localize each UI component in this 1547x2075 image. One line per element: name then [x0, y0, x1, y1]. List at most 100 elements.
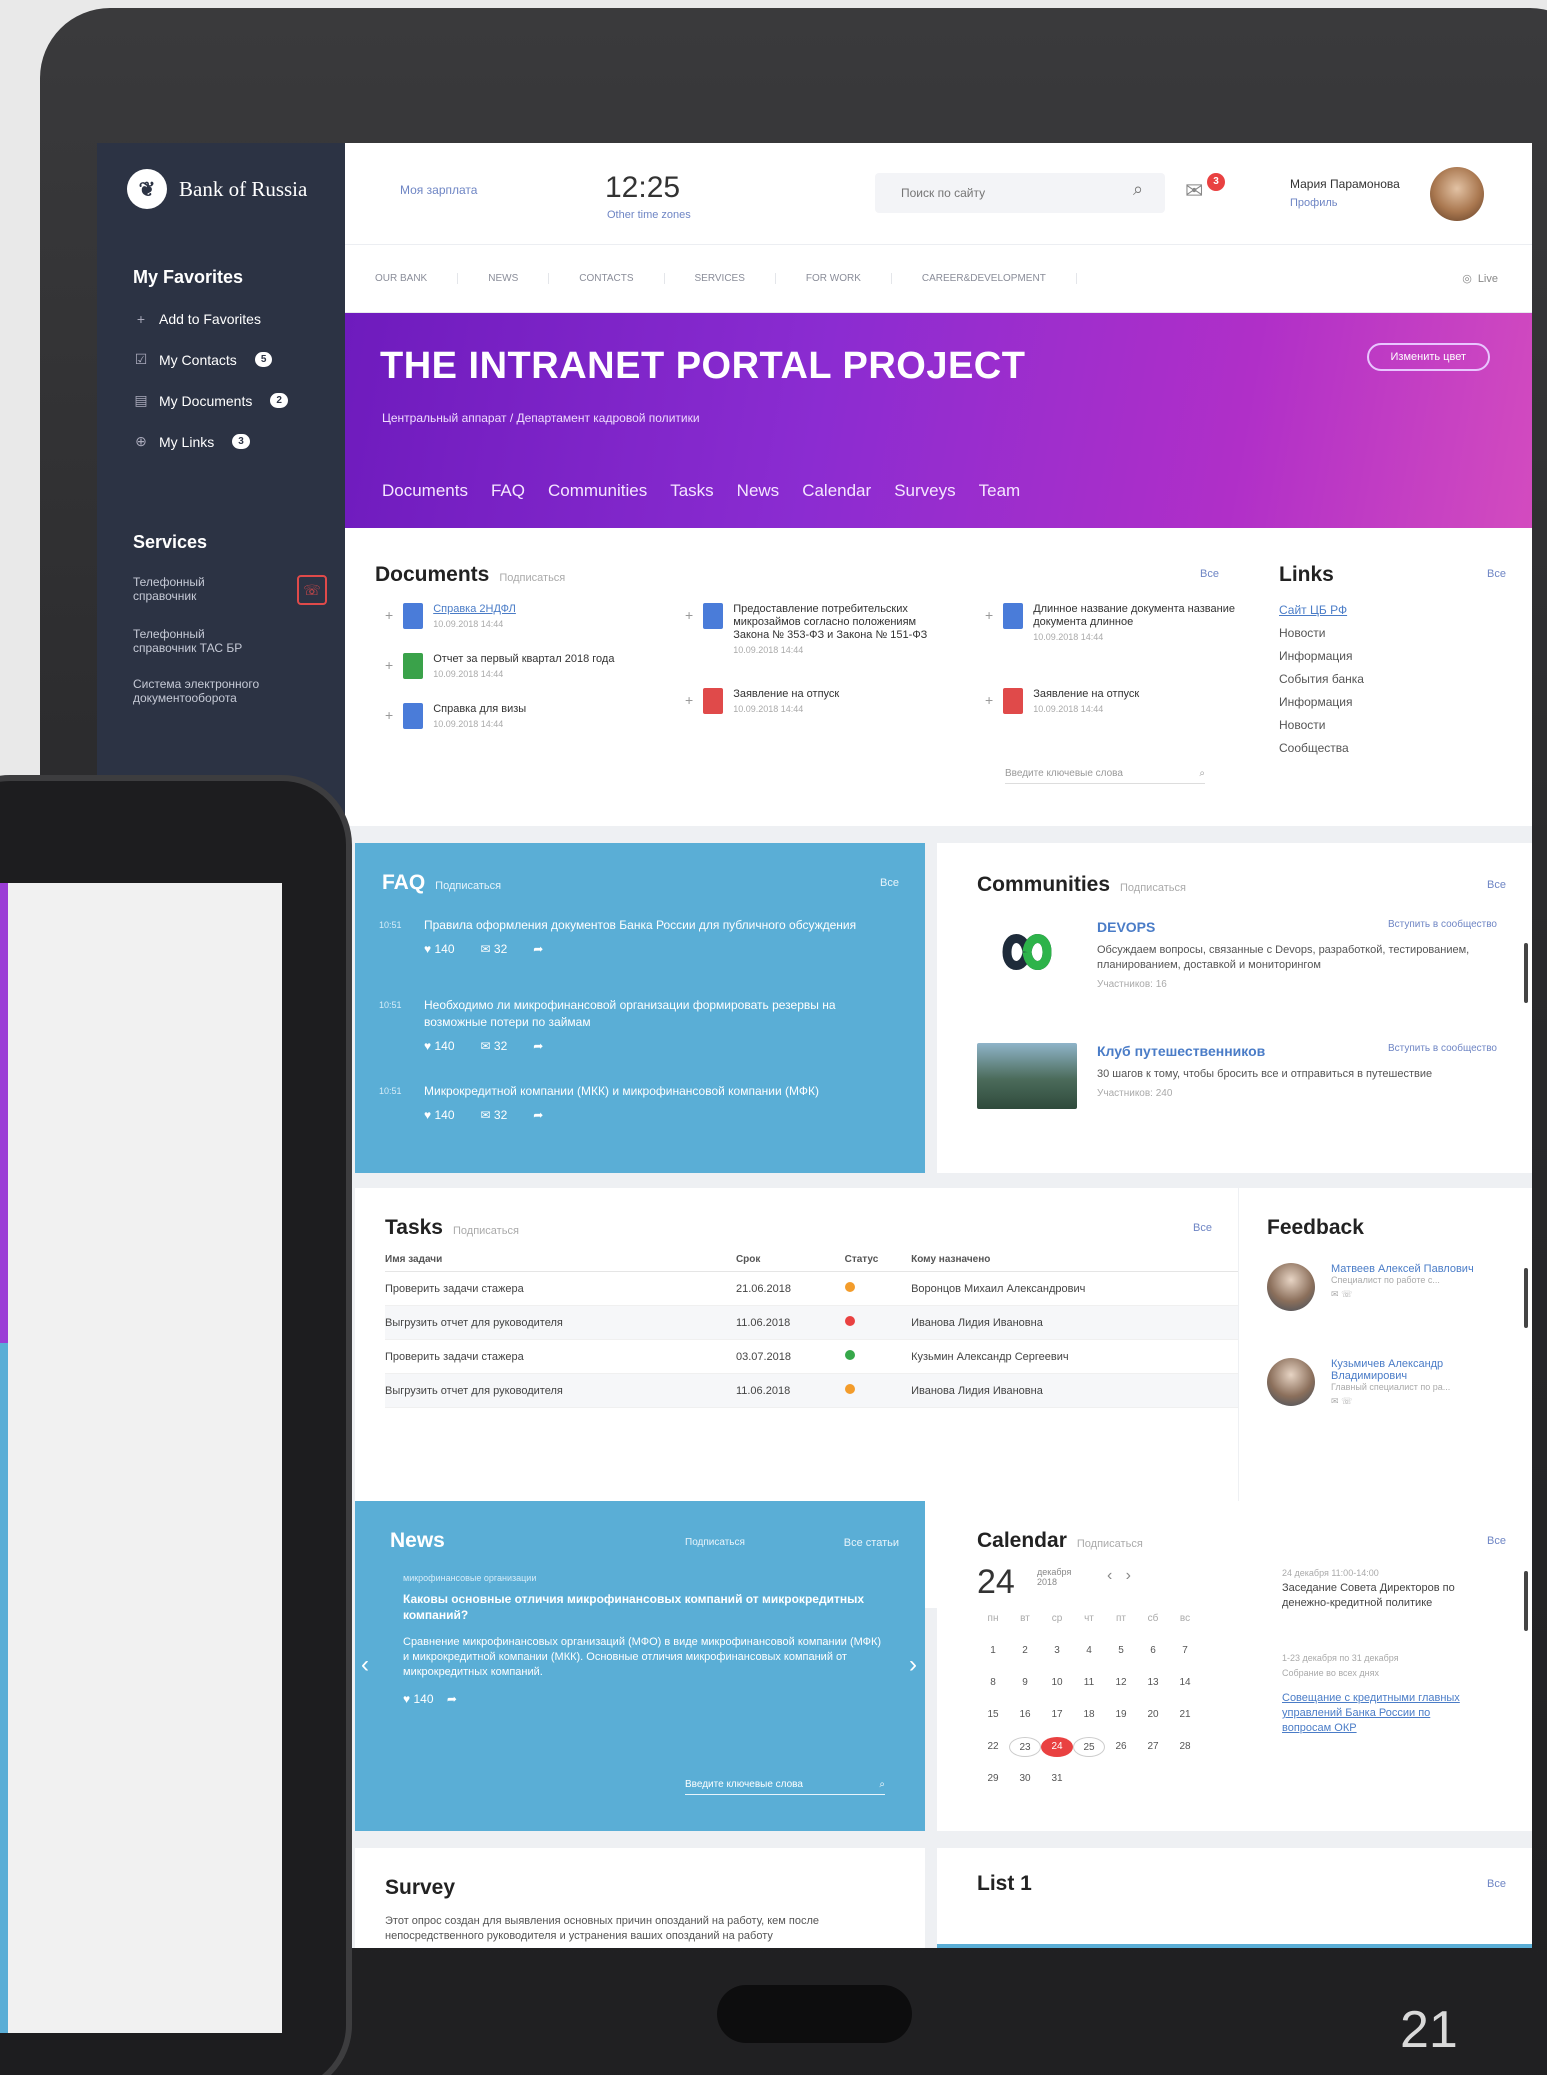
calendar-day-cell[interactable]: 15 — [977, 1705, 1009, 1725]
calendar-day-cell[interactable]: 7 — [1169, 1641, 1201, 1661]
comment-button[interactable]: ✉ 32 — [481, 1039, 508, 1053]
document-item[interactable]: + Длинное название документа название док… — [985, 603, 1245, 642]
plus-icon[interactable]: + — [985, 607, 993, 623]
calendar-day-cell[interactable]: 6 — [1137, 1641, 1169, 1661]
communities-subscribe[interactable]: Подписаться — [1120, 882, 1186, 894]
home-button[interactable] — [717, 1985, 912, 2043]
calendar-day-cell[interactable]: 18 — [1073, 1705, 1105, 1725]
document-item[interactable]: + Заявление на отпуск 10.09.2018 14:44 — [685, 688, 945, 714]
tasks-all-link[interactable]: Все — [1193, 1222, 1212, 1234]
document-item[interactable]: + Справка 2НДФЛ 10.09.2018 14:44 — [385, 603, 645, 629]
faq-all-link[interactable]: Все — [880, 877, 899, 889]
plus-icon[interactable]: + — [985, 692, 993, 708]
like-button[interactable]: ♥ 140 — [424, 1039, 455, 1053]
salary-link[interactable]: Моя зарплата — [400, 183, 477, 197]
news-search-input[interactable]: Введите ключевые слова ⌕ — [685, 1779, 885, 1795]
news-all-link[interactable]: Все статьи — [844, 1537, 899, 1549]
calendar-day-cell[interactable]: 2 — [1009, 1641, 1041, 1661]
faq-question[interactable]: 10:51 Микрокредитной компании (МКК) и мик… — [379, 1083, 889, 1122]
favorite-links[interactable]: ⊕ My Links 3 — [97, 421, 345, 462]
calendar-day-cell[interactable]: 12 — [1105, 1673, 1137, 1693]
calendar-day-cell[interactable]: 8 — [977, 1673, 1009, 1693]
tab-team[interactable]: Team — [979, 481, 1021, 501]
plus-icon[interactable]: + — [385, 657, 393, 673]
tab-documents[interactable]: Documents — [382, 481, 468, 501]
prev-arrow-icon[interactable]: ‹ — [361, 1651, 369, 1679]
like-button[interactable]: ♥ 140 — [403, 1692, 434, 1706]
calendar-day-cell[interactable]: 24 — [1041, 1737, 1073, 1757]
community-item[interactable]: DEVOPS Вступить в сообщество Обсуждаем воп… — [977, 919, 1507, 990]
breadcrumb[interactable]: Центральный аппарат / Департамент кадров… — [382, 411, 700, 425]
calendar-subscribe[interactable]: Подписаться — [1077, 1538, 1143, 1550]
link-item[interactable]: Новости — [1279, 626, 1532, 640]
tab-calendar[interactable]: Calendar — [802, 481, 871, 501]
bank-logo[interactable]: ❦ Bank of Russia — [97, 143, 345, 209]
calendar-day-cell[interactable]: 3 — [1041, 1641, 1073, 1661]
nav-contacts[interactable]: Contacts — [549, 273, 665, 284]
calendar-day-cell[interactable]: 10 — [1041, 1673, 1073, 1693]
table-row[interactable]: Проверить задачи стажера 03.07.2018 Кузьми… — [385, 1339, 1238, 1374]
calendar-day-cell[interactable]: 9 — [1009, 1673, 1041, 1693]
calendar-day-cell[interactable]: 22 — [977, 1737, 1009, 1757]
profile-link[interactable]: Профиль — [1290, 197, 1338, 209]
tab-faq[interactable]: FAQ — [491, 481, 525, 501]
time-zones-link[interactable]: Other time zones — [607, 209, 691, 221]
tab-communities[interactable]: Communities — [548, 481, 647, 501]
calendar-day-cell[interactable]: 30 — [1009, 1769, 1041, 1789]
link-item[interactable]: Информация — [1279, 695, 1532, 709]
next-arrow-icon[interactable]: › — [909, 1651, 917, 1679]
search-input[interactable] — [875, 173, 1165, 213]
list1-all-link[interactable]: Все — [1487, 1878, 1506, 1890]
calendar-day-cell[interactable]: 27 — [1137, 1737, 1169, 1757]
calendar-day-cell[interactable]: 16 — [1009, 1705, 1041, 1725]
nav-our-bank[interactable]: Our bank — [345, 273, 459, 284]
share-icon[interactable]: ➦ — [533, 1108, 543, 1122]
phone-icon[interactable]: ☏ — [1341, 1289, 1352, 1299]
calendar-all-link[interactable]: Все — [1487, 1535, 1506, 1547]
plus-icon[interactable]: + — [385, 607, 393, 623]
tab-tasks[interactable]: Tasks — [670, 481, 713, 501]
calendar-day-cell[interactable]: 21 — [1169, 1705, 1201, 1725]
tab-news[interactable]: News — [737, 481, 780, 501]
feedback-person[interactable]: Кузьмичев Александр Владимирович Главный … — [1267, 1358, 1487, 1407]
document-item[interactable]: + Отчет за первый квартал 2018 года 10.09.… — [385, 653, 645, 679]
documents-subscribe[interactable]: Подписаться — [499, 572, 565, 584]
calendar-day-cell[interactable]: 17 — [1041, 1705, 1073, 1725]
nav-services[interactable]: Services — [665, 273, 776, 284]
join-community-button[interactable]: Вступить в сообщество — [1388, 919, 1497, 930]
tab-surveys[interactable]: Surveys — [894, 481, 955, 501]
join-community-button[interactable]: Вступить в сообщество — [1388, 1043, 1497, 1054]
avatar[interactable] — [1430, 167, 1484, 221]
document-item[interactable]: + Справка для визы 10.09.2018 14:44 — [385, 703, 645, 729]
next-month-icon[interactable]: › — [1126, 1567, 1131, 1584]
calendar-day-cell[interactable]: 13 — [1137, 1673, 1169, 1693]
calendar-day-cell[interactable]: 20 — [1137, 1705, 1169, 1725]
link-item[interactable]: Новости — [1279, 718, 1532, 732]
search-icon[interactable]: ⌕ — [1133, 179, 1143, 200]
phone-icon[interactable]: ☏ — [297, 575, 327, 605]
plus-icon[interactable]: + — [385, 707, 393, 723]
nav-for-work[interactable]: For work — [776, 273, 892, 284]
calendar-day-cell[interactable]: 19 — [1105, 1705, 1137, 1725]
calendar-day-cell[interactable]: 5 — [1105, 1641, 1137, 1661]
like-button[interactable]: ♥ 140 — [424, 942, 455, 956]
tasks-subscribe[interactable]: Подписаться — [453, 1225, 519, 1237]
table-row[interactable]: Проверить задачи стажера 21.06.2018 Воронц… — [385, 1271, 1238, 1306]
mail-icon[interactable]: ✉ — [1331, 1396, 1339, 1406]
nav-live[interactable]: ◎ Live — [1462, 272, 1532, 286]
calendar-day-cell[interactable]: 11 — [1073, 1673, 1105, 1693]
document-item[interactable]: + Предоставление потребительских микрозай… — [685, 603, 945, 655]
calendar-day-cell[interactable]: 1 — [977, 1641, 1009, 1661]
calendar-day-cell[interactable]: 4 — [1073, 1641, 1105, 1661]
user-name[interactable]: Мария Парамонова — [1290, 177, 1400, 191]
nav-news[interactable]: News — [458, 273, 550, 284]
like-button[interactable]: ♥ 140 — [424, 1108, 455, 1122]
link-item[interactable]: События банка — [1279, 672, 1532, 686]
share-icon[interactable]: ➦ — [533, 942, 543, 956]
service-edms[interactable]: Система электронного документооборота — [97, 677, 345, 705]
phone-icon[interactable]: ☏ — [1341, 1396, 1352, 1406]
share-icon[interactable]: ➦ — [447, 1692, 457, 1706]
service-phonebook[interactable]: Телефонный справочник ☏ — [97, 575, 345, 605]
link-item[interactable]: Информация — [1279, 649, 1532, 663]
documents-all-link[interactable]: Все — [1200, 568, 1219, 580]
